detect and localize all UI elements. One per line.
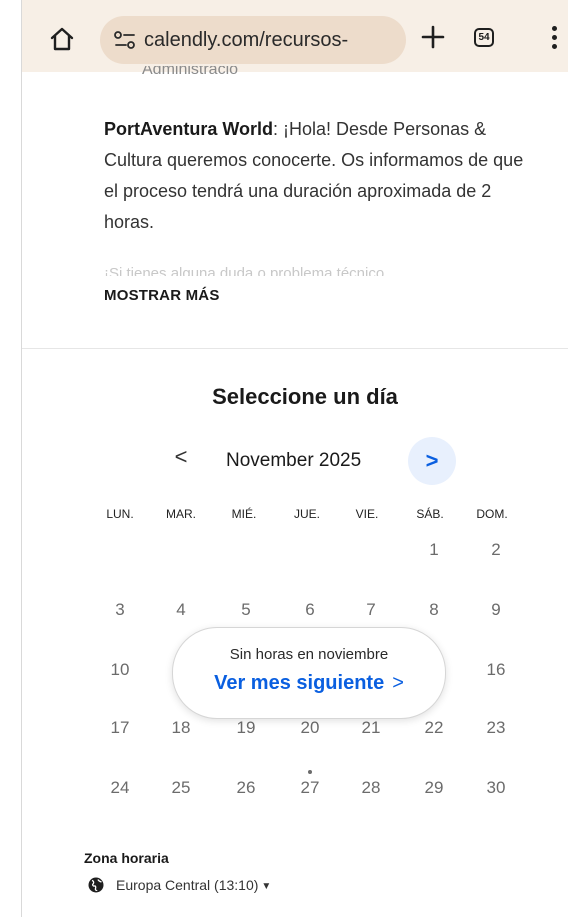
browser-menu-button[interactable] xyxy=(552,26,558,50)
event-description: PortAventura World: ¡Hola! Desde Persona… xyxy=(104,114,524,238)
calendar-day: 18 xyxy=(171,718,191,737)
tab-count: 54 xyxy=(478,32,490,43)
calendar-day: 29 xyxy=(424,778,444,797)
more-vert-icon xyxy=(552,26,557,31)
weekday-header: MAR. xyxy=(166,507,196,521)
timezone-label: Zona horaria xyxy=(84,850,169,866)
calendar-day: 24 xyxy=(110,778,130,797)
company-name: PortAventura World xyxy=(104,119,274,139)
calendar-day: 20 xyxy=(300,718,320,737)
calendar-day: 26 xyxy=(236,778,256,797)
calendar-day: 2 xyxy=(491,540,501,559)
calendar-day: 22 xyxy=(424,718,444,737)
plus-icon xyxy=(421,25,445,49)
timezone-selector[interactable]: Europa Central (13:10) ▼ xyxy=(116,877,271,893)
site-settings-icon xyxy=(114,31,135,49)
calendar-day: 19 xyxy=(236,718,256,737)
weekday-header: JUE. xyxy=(293,507,320,521)
calendar-day: 7 xyxy=(366,600,376,619)
view-next-month-link[interactable]: Ver mes siguiente > xyxy=(173,672,445,695)
url-text: calendly.com/recursos- xyxy=(144,29,349,51)
section-divider xyxy=(22,348,568,349)
chevron-right-icon: > xyxy=(392,672,404,694)
calendar-day: 1 xyxy=(429,540,439,559)
calendar-day: 3 xyxy=(115,600,125,619)
browser-toolbar: calendly.com/recursos- 54 xyxy=(22,0,568,72)
calendar-day: 16 xyxy=(486,660,506,679)
weekday-header: MIÉ. xyxy=(231,507,257,521)
home-icon xyxy=(50,27,74,51)
show-more-button[interactable]: MOSTRAR MÁS xyxy=(104,287,220,304)
today-indicator xyxy=(308,770,312,774)
calendar-day: 5 xyxy=(241,600,251,619)
month-label: November 2025 xyxy=(226,450,362,471)
calendar-day: 9 xyxy=(491,600,501,619)
weekday-header: DOM. xyxy=(476,507,508,521)
calendar-day: 25 xyxy=(171,778,191,797)
tab-switcher-button[interactable]: 54 xyxy=(474,28,494,47)
globe-icon xyxy=(88,877,104,893)
calendar-day: 23 xyxy=(486,718,506,737)
calendar-day: 21 xyxy=(361,718,381,737)
weekday-header: LUN. xyxy=(106,507,134,521)
previous-month-button[interactable]: < xyxy=(168,444,194,474)
calendar-day: 4 xyxy=(176,600,186,619)
calendar-day: 27 xyxy=(300,778,320,797)
next-month-button[interactable]: > xyxy=(408,437,456,485)
faded-text: ¡Si tienes alguna duda o problema técnic… xyxy=(104,265,385,276)
calendar-title: Seleccione un día xyxy=(212,384,398,409)
calendar-day: 10 xyxy=(110,660,130,679)
caret-down-icon: ▼ xyxy=(261,881,272,892)
weekday-header: SÁB. xyxy=(416,507,444,521)
calendar-day: 6 xyxy=(305,600,315,619)
calendar-day: 28 xyxy=(361,778,381,797)
calendar-day: 17 xyxy=(110,718,130,737)
home-button[interactable] xyxy=(48,25,76,53)
no-availability-popup: Sin horas en noviembre Ver mes siguiente… xyxy=(172,627,446,719)
timezone-value: Europa Central (13:10) xyxy=(116,877,259,893)
weekday-header: VIE. xyxy=(355,507,379,521)
calendar-day: 30 xyxy=(486,778,506,797)
truncated-text: Administració xyxy=(142,66,239,78)
address-bar[interactable]: calendly.com/recursos- xyxy=(100,16,406,64)
popup-link-label: Ver mes siguiente xyxy=(214,672,385,694)
new-tab-button[interactable] xyxy=(418,22,448,52)
page-left-border xyxy=(21,0,22,917)
popup-message: Sin horas en noviembre xyxy=(229,646,389,663)
calendar-day: 8 xyxy=(429,600,439,619)
